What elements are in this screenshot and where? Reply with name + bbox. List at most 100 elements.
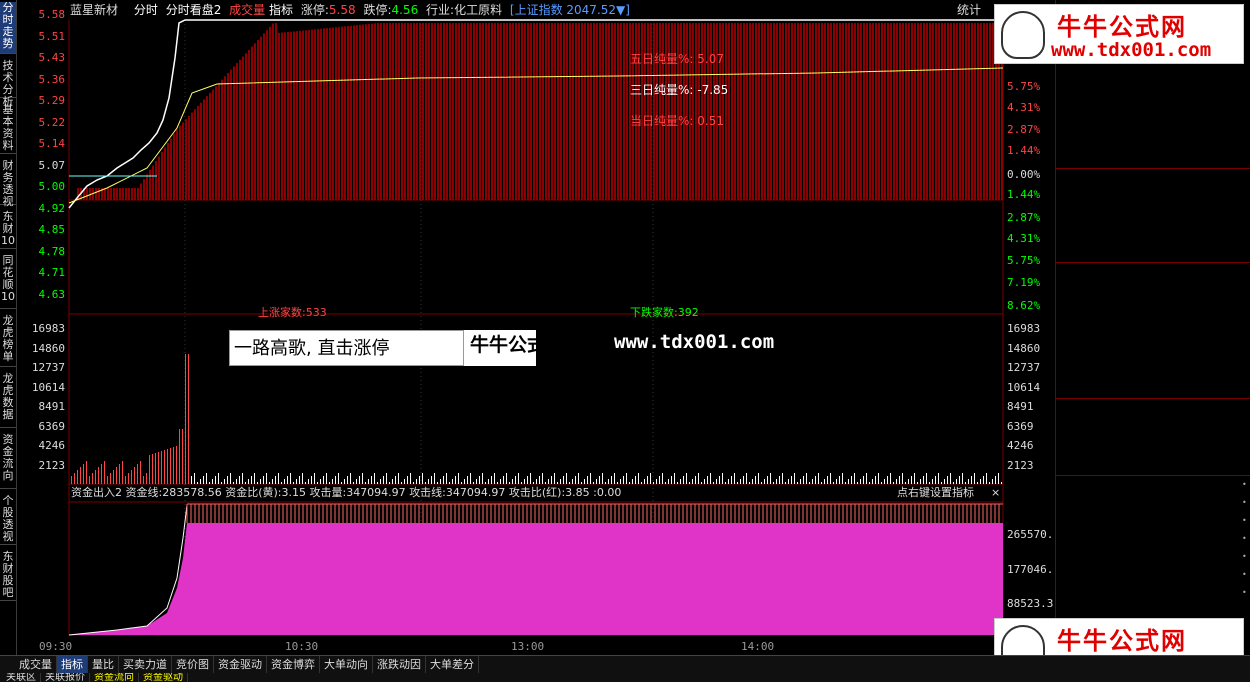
price-bar [611,23,613,200]
volume-bar [269,482,270,484]
volume-bar [71,476,72,484]
price-bar [149,170,151,200]
indicator-settings-hint[interactable]: 点右键设置指标 [897,485,974,501]
volume-bar [752,479,753,484]
time-axis: 09:30 10:30 13:00 14:00 [17,637,1003,655]
volume-bar [629,482,630,484]
price-bar [566,23,568,200]
volume-bar [536,479,537,484]
bottom-tab-1[interactable]: 指标 [57,656,88,674]
bottom-tab-6[interactable]: 资金博弈 [267,656,320,674]
left-tab-9[interactable]: 个股透视 [0,495,16,545]
price-bar [506,23,508,200]
price-bar [494,23,496,200]
price-bar [230,69,232,200]
left-tab-2[interactable]: 基本资料 [0,104,16,154]
index-quote[interactable]: [上证指数 2047.52▼] [510,3,630,17]
price-bar [884,23,886,200]
price-bar [224,76,226,200]
volume-bar [695,476,696,484]
bottom-tab-8[interactable]: 涨跌动因 [373,656,426,674]
price-bar [878,23,880,200]
industry-label: 行业:化工原料 [426,3,503,17]
menu-indicator[interactable]: 指标 [269,3,293,17]
caption-site-name: 牛牛公式网 [470,334,566,356]
price-bar [380,23,382,200]
price-bar [191,112,193,200]
price-bar [242,56,244,200]
price-bar [164,147,166,200]
three-day-net-volume: 三日纯量%: -7.85 [630,83,729,97]
left-tab-4[interactable]: 东财10 [0,211,16,249]
volume-bar [704,479,705,484]
left-tab-6[interactable]: 龙虎榜单 [0,315,16,367]
close-icon[interactable]: × [991,485,1000,501]
left-tab-1[interactable]: 技术分析 [0,60,16,108]
secondary-tab-0[interactable]: 关联区 [2,673,41,682]
price-bar [620,23,622,200]
left-tab-8[interactable]: 资金流向 [0,434,16,489]
volume-bar [155,453,156,484]
price-bar [770,23,772,200]
bottom-tab-0[interactable]: 成交量 [15,656,57,674]
price-bar [206,96,208,200]
volume-bar [278,473,279,484]
left-tab-3[interactable]: 财务透视 [0,160,16,208]
volume-bar [368,479,369,484]
price-bars [77,23,1003,201]
tick-row: • [1056,476,1250,494]
price-bar [266,30,268,200]
volume-bar [200,479,201,484]
volume-bar [224,479,225,484]
price-bar [614,23,616,200]
price-bar [536,23,538,200]
menu-fenshi-kanpan[interactable]: 分时看盘2 [166,3,222,17]
price-bar [860,23,862,200]
secondary-tab-1[interactable]: 关联报价 [41,673,90,682]
secondary-tab-3[interactable]: 资金驱动 [139,673,188,682]
volume-bar [134,467,135,484]
tick-row: • [1056,512,1250,530]
flow-row [1056,418,1250,436]
volume-bar [533,482,534,484]
left-tab-7[interactable]: 龙虎数据 [0,373,16,428]
volume-bar [161,451,162,484]
fund-line: 资金线:283578.56 [125,486,222,499]
price-bar [788,23,790,200]
price-bar [521,23,523,200]
price-bar [581,23,583,200]
bottom-tab-3[interactable]: 买卖力道 [119,656,172,674]
price-bar [782,23,784,200]
price-bar [917,23,919,200]
volume-bar [908,479,909,484]
tick-row: • [1056,548,1250,566]
indicator-title[interactable]: 资金出入2 [71,486,122,499]
stats-button[interactable]: 统计 [957,0,981,20]
price-bar [203,99,205,200]
volume-bar [434,473,435,484]
price-bar [248,49,250,201]
left-tab-0[interactable]: 分时走势 [0,2,16,54]
bottom-tab-4[interactable]: 竞价图 [172,656,214,674]
menu-fenshi[interactable]: 分时 [134,3,158,17]
bottom-tab-5[interactable]: 资金驱动 [214,656,267,674]
menu-volume[interactable]: 成交量 [229,3,265,17]
volume-bar [137,464,138,484]
bottom-tab-2[interactable]: 量比 [88,656,119,674]
price-bar [803,23,805,200]
price-bar [866,23,868,200]
volume-bar [119,464,120,484]
bottom-tab-9[interactable]: 大单差分 [426,656,479,674]
price-bar [290,31,292,201]
left-tab-10[interactable]: 东财股吧 [0,551,16,601]
secondary-tab-2[interactable]: 资金流向 [90,673,139,682]
volume-bar [548,479,549,484]
price-bar [209,92,211,200]
volume-bar [788,479,789,484]
left-tab-5[interactable]: 同花顺10 [0,255,16,309]
price-bar [971,23,973,200]
bottom-tab-7[interactable]: 大单动向 [320,656,373,674]
volume-bar [425,482,426,484]
volume-bar [614,473,615,484]
volume-bar [680,479,681,484]
